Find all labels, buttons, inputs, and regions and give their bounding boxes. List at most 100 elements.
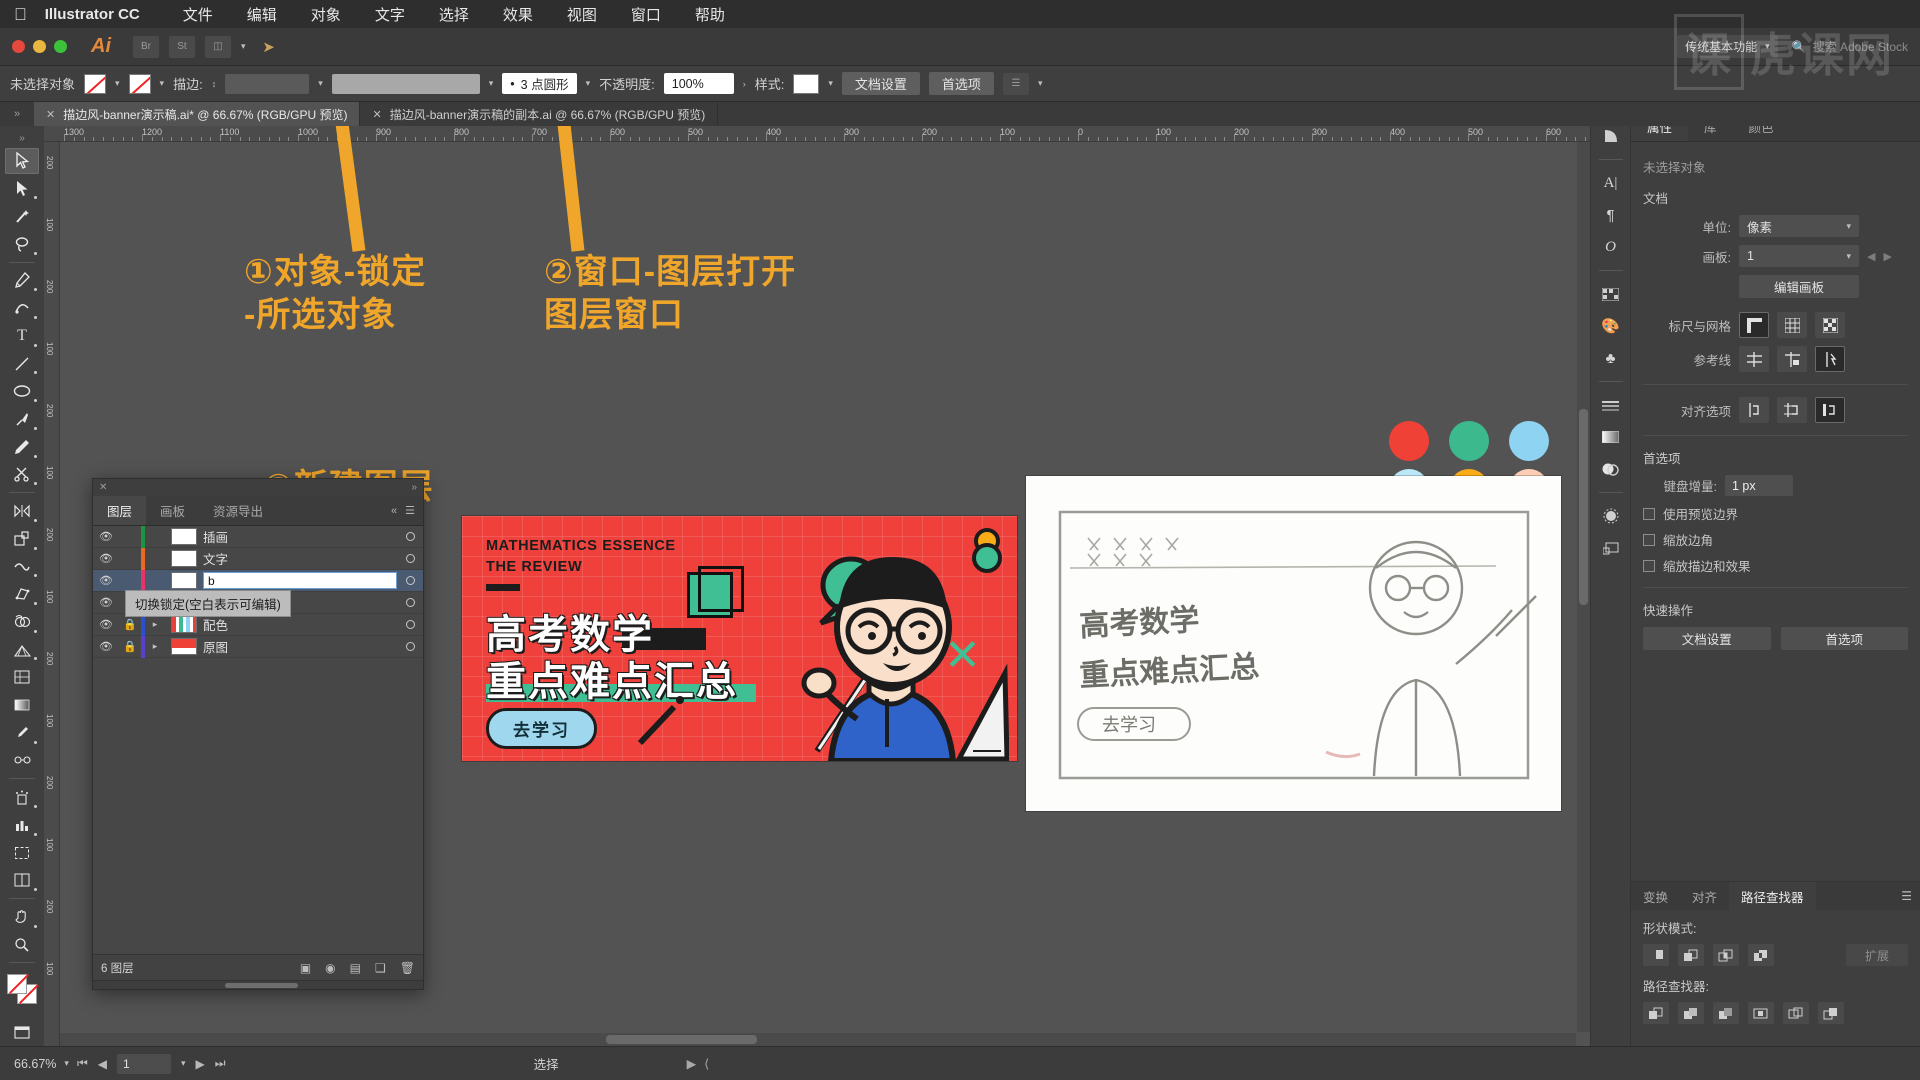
stock-button[interactable]: St: [169, 35, 195, 58]
style-chevron-down-icon[interactable]: ▾: [828, 78, 833, 89]
align-to-key-object-icon[interactable]: [1777, 397, 1807, 423]
tab-align[interactable]: 对齐: [1680, 882, 1729, 910]
fill-color-box[interactable]: [7, 974, 29, 995]
symbol-sprayer-tool[interactable]: [5, 784, 39, 810]
eye-icon[interactable]: 👁: [93, 618, 119, 631]
align-icon[interactable]: ☰: [1002, 72, 1029, 95]
tab-layers[interactable]: 图层: [93, 496, 147, 525]
close-icon[interactable]: ✕: [372, 108, 381, 121]
direct-selection-tool[interactable]: [5, 176, 39, 202]
panel-menu-icon[interactable]: ☰: [405, 504, 415, 517]
scrollbar-thumb[interactable]: [1579, 409, 1588, 605]
window-controls[interactable]: [12, 40, 67, 53]
zoom-tool[interactable]: [5, 932, 39, 958]
lock-guides-icon[interactable]: [1777, 346, 1807, 372]
free-transform-tool[interactable]: [5, 581, 39, 607]
minus-front-icon[interactable]: [1678, 944, 1704, 966]
edit-artboards-button[interactable]: 编辑画板: [1739, 275, 1859, 298]
magic-wand-tool[interactable]: [5, 203, 39, 229]
mesh-tool[interactable]: [5, 664, 39, 690]
target-indicator[interactable]: [397, 530, 423, 544]
eye-icon[interactable]: 👁: [93, 552, 119, 565]
collapse-panel-icon[interactable]: »: [411, 482, 417, 493]
target-indicator[interactable]: [397, 552, 423, 566]
layer-name[interactable]: 文字: [203, 549, 397, 568]
zoom-level[interactable]: 66.67%: [14, 1057, 56, 1071]
eye-icon[interactable]: 👁: [93, 640, 119, 653]
menu-item-effect[interactable]: 效果: [486, 4, 550, 25]
perspective-grid-tool[interactable]: [5, 637, 39, 663]
artboard-select[interactable]: 1 ▾: [1739, 245, 1859, 267]
palette-swatch[interactable]: [1509, 421, 1549, 461]
character-panel-icon[interactable]: A|: [1596, 169, 1626, 197]
slice-tool[interactable]: [5, 867, 39, 893]
make-clipping-mask-icon[interactable]: ◉: [325, 961, 335, 975]
rotate-tool[interactable]: [5, 498, 39, 524]
tab-pathfinder[interactable]: 路径查找器: [1729, 882, 1816, 910]
pathfinder-panel[interactable]: 变换 对齐 路径查找器 ☰ 形状模式: 扩展 路径查找器:: [1631, 881, 1920, 1046]
expand-chevron-icon[interactable]: ▸: [145, 641, 165, 652]
layer-row[interactable]: 👁 插画: [93, 526, 423, 548]
smart-guides-icon[interactable]: [1815, 346, 1845, 372]
new-layer-icon[interactable]: ❏: [375, 961, 386, 975]
scale-tool[interactable]: [5, 526, 39, 552]
minimize-window-button[interactable]: [33, 40, 46, 53]
panel-menu-icon[interactable]: ☰: [1901, 882, 1920, 910]
line-segment-tool[interactable]: [5, 351, 39, 377]
stroke-profile-field[interactable]: [331, 73, 480, 94]
scrollbar-thumb[interactable]: [225, 983, 298, 988]
horizontal-ruler[interactable]: 1300 1200 1100 1000 900 800 700 600 500 400 300 200…: [44, 126, 1590, 142]
status-prev-icon[interactable]: ⟨: [704, 1056, 709, 1071]
artboards-panel-icon[interactable]: [1596, 534, 1626, 562]
fill-swatch[interactable]: [84, 73, 107, 94]
show-guides-icon[interactable]: [1739, 346, 1769, 372]
tab-artboards[interactable]: 画板: [146, 496, 199, 525]
close-icon[interactable]: ✕: [99, 482, 107, 493]
layer-name-input[interactable]: [203, 572, 397, 589]
canvas-horizontal-scrollbar[interactable]: [60, 1033, 1576, 1046]
document-tab-secondary[interactable]: ✕ 描边风-banner演示稿的副本.ai @ 66.67% (RGB/GPU …: [360, 102, 719, 126]
layer-name[interactable]: 插画: [203, 527, 397, 546]
selection-tool[interactable]: [5, 147, 39, 174]
last-page-icon[interactable]: ⏭: [215, 1056, 226, 1071]
stroke-weight-field[interactable]: [225, 73, 310, 94]
checkbox-use-preview-bounds[interactable]: 使用预览边界: [1643, 504, 1908, 523]
next-page-icon[interactable]: ▶: [196, 1057, 205, 1071]
artboard-tool[interactable]: [5, 840, 39, 866]
swatches-panel-icon[interactable]: [1596, 280, 1626, 308]
palette-swatch[interactable]: [1389, 421, 1429, 461]
menu-item-edit[interactable]: 编辑: [230, 4, 294, 25]
layers-panel-scrollbar[interactable]: [93, 980, 423, 989]
blend-tool[interactable]: [5, 748, 39, 774]
unite-icon[interactable]: [1643, 944, 1669, 966]
apple-logo-icon[interactable]: : [14, 6, 27, 23]
eyedropper-tool[interactable]: [5, 720, 39, 746]
menu-item-type[interactable]: 文字: [358, 4, 422, 25]
page-field[interactable]: 1: [116, 1053, 171, 1074]
profile-chevron-down-icon[interactable]: ▾: [489, 78, 494, 89]
shape-builder-tool[interactable]: [5, 609, 39, 635]
stroke-stepper-icon[interactable]: ↕: [212, 79, 217, 89]
stroke-chevron-down-icon[interactable]: ▾: [160, 78, 165, 89]
collapse-tools-icon[interactable]: »: [5, 132, 39, 146]
paintbrush-tool[interactable]: [5, 406, 39, 432]
menu-item-window[interactable]: 窗口: [614, 4, 678, 25]
divide-icon[interactable]: [1643, 1002, 1669, 1024]
symbols-panel-icon[interactable]: ♣: [1596, 344, 1626, 372]
target-indicator[interactable]: [397, 574, 423, 588]
width-tool[interactable]: [5, 554, 39, 580]
gradient2-panel-icon[interactable]: [1596, 423, 1626, 451]
lock-icon[interactable]: 🔒: [119, 640, 141, 653]
screen-mode-icon[interactable]: [5, 1020, 39, 1046]
fill-chevron-down-icon[interactable]: ▾: [115, 78, 120, 89]
close-window-button[interactable]: [12, 40, 25, 53]
banner-artwork[interactable]: MATHEMATICS ESSENCE THE REVIEW 高考数学 重点难点…: [462, 516, 1017, 761]
vertical-ruler[interactable]: 200 100 200 100 200 100 200 100 200 100 200 100 200 1…: [44, 142, 60, 1046]
checkbox-scale-corners[interactable]: 缩放边角: [1643, 530, 1908, 549]
menu-item-help[interactable]: 帮助: [678, 4, 742, 25]
brushes-panel-icon[interactable]: 🎨: [1596, 312, 1626, 340]
locate-object-icon[interactable]: ▣: [300, 961, 311, 975]
paragraph-panel-icon[interactable]: ¶: [1596, 201, 1626, 229]
layer-name[interactable]: 原图: [203, 637, 397, 656]
ellipse-tool[interactable]: [5, 378, 39, 404]
